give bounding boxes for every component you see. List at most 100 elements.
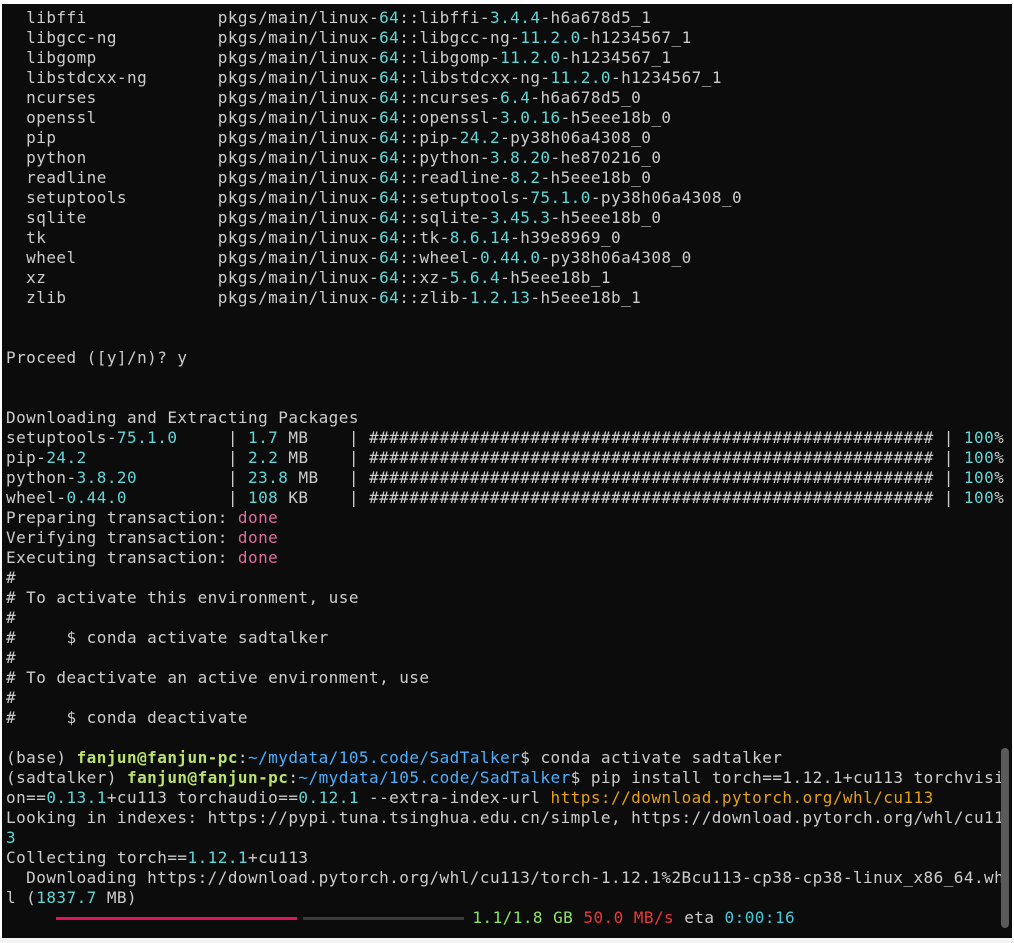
transaction-status: done [237,528,279,547]
package-version: 0.44.0 [479,248,541,267]
spacing [56,128,217,147]
spacing [46,228,217,247]
package-name: readline [26,168,107,187]
note-text: # To deactivate an active environment, u… [6,668,430,687]
pip-output-line: Collecting torch==1.12.1+cu113 [6,848,1004,868]
prompt-colon: : [237,748,249,767]
download-progress-bar: ########################################… [369,448,934,467]
spacing [6,168,26,187]
transaction-label: Executing transaction: [6,548,238,567]
pip-output-text: MB) [96,888,138,907]
pip-output-text: Collecting torch== [6,848,188,867]
package-spec: libgomp- [419,48,501,67]
download-row: setuptools-75.1.0 | 1.7 MB | ###########… [6,428,1004,448]
package-name: libstdcxx-ng [26,68,148,87]
package-channel: pkgs/main/linux- [217,108,380,127]
download-percent: 100 [963,468,995,487]
prompt-command-number: 0.12.1 [298,788,359,807]
spacing [107,168,218,187]
package-spec: zlib- [419,288,470,307]
shell-prompt-line[interactable]: (sadtalker) fanjun@fanjun-pc:~/mydata/10… [6,768,1004,788]
column-separator: | [348,428,370,447]
transaction-row: Preparing transaction: done [6,508,1004,528]
column-separator: | [933,488,964,507]
note-line: # $ conda deactivate [6,708,1004,728]
package-channel: pkgs/main/linux- [217,148,380,167]
terminal-scrollbar[interactable] [1001,748,1009,928]
package-build: -h5eee18b_0 [550,208,662,227]
package-separator: :: [399,188,420,207]
note-text: # [6,688,17,707]
spacing [127,188,218,207]
package-arch: 64 [379,128,400,147]
shell-command-continuation[interactable]: on==0.13.1+cu113 torchaudio==0.12.1 --ex… [6,788,1004,808]
package-build: -py38h06a4308_0 [500,128,652,147]
package-name: sqlite [26,208,87,227]
package-version: 3.0.16 [500,108,561,127]
package-arch: 64 [379,68,400,87]
spacing [6,268,26,287]
note-line: # $ conda activate sadtalker [6,628,1004,648]
spacing [77,248,218,267]
spacing [6,208,26,227]
shell-prompt-line[interactable]: (base) fanjun@fanjun-pc:~/mydata/105.cod… [6,748,1004,768]
proceed-prompt: Proceed ([y]/n)? y [6,348,1004,368]
package-arch: 64 [379,48,400,67]
package-build: -h5eee18b_0 [540,168,652,187]
package-spec: xz- [419,268,450,287]
note-line: # [6,648,1004,668]
prompt-user-host: fanjun@fanjun-pc [76,748,238,767]
pip-progress-line: 1.1/1.8 GB 50.0 MB/s eta 0:00:16 [6,908,1004,928]
column-separator: | [348,448,370,467]
transaction-label: Verifying transaction: [6,528,238,547]
spacing [97,48,218,67]
terminal-window[interactable]: libffi pkgs/main/linux-64::libffi-3.4.4-… [2,4,1012,938]
download-size-unit: MB [288,468,319,487]
package-build: -h5eee18b_1 [530,288,642,307]
download-percent-sign: % [994,488,1005,507]
package-channel: pkgs/main/linux- [217,268,380,287]
pip-output-line: 3 [6,828,1004,848]
terminal-output: libffi pkgs/main/linux-64::libffi-3.4.4-… [6,8,1004,928]
package-spec: setuptools- [419,188,531,207]
progress-downloaded: 1.1/1.8 [472,908,544,927]
spacing [6,288,26,307]
package-arch: 64 [379,188,400,207]
note-line: # [6,608,1004,628]
pip-download-url: Downloading https://download.pytorch.org… [6,868,1005,887]
download-version: 24.2 [46,448,87,467]
download-size: 1.7 [248,428,279,447]
package-separator: :: [399,28,420,47]
note-line: # To activate this environment, use [6,588,1004,608]
downloading-header-text: Downloading and Extracting Packages [6,408,359,427]
package-row: sqlite pkgs/main/linux-64::sqlite-3.45.3… [6,208,1004,228]
spacing [6,8,26,27]
package-name: pip [26,128,57,147]
download-size-unit: MB [278,448,309,467]
package-build: -h5eee18b_0 [560,108,672,127]
prompt-path-number: 105 [389,768,420,787]
package-separator: :: [399,68,420,87]
column-separator: | [227,488,248,507]
spacing [6,228,26,247]
window-bottom-edge [0,938,1014,943]
column-separator: | [227,468,249,487]
note-text: # $ conda deactivate [6,708,248,727]
transaction-row: Verifying transaction: done [6,528,1004,548]
pip-output-line: l (1837.7 MB) [6,888,1004,908]
package-separator: :: [399,108,420,127]
note-text: # $ conda activate sadtalker [6,628,329,647]
column-separator: | [933,428,964,447]
package-arch: 64 [379,228,400,247]
package-row: libgcc-ng pkgs/main/linux-64::libgcc-ng-… [6,28,1004,48]
package-version: 8.2 [510,168,541,187]
spacing [309,448,349,467]
download-percent-sign: % [994,428,1005,447]
prompt-path: .code/SadTalker [419,768,571,787]
package-channel: pkgs/main/linux- [217,128,380,147]
package-row: libstdcxx-ng pkgs/main/linux-64::libstdc… [6,68,1004,88]
package-name: wheel [26,248,77,267]
package-version: 11.2.0 [500,48,561,67]
